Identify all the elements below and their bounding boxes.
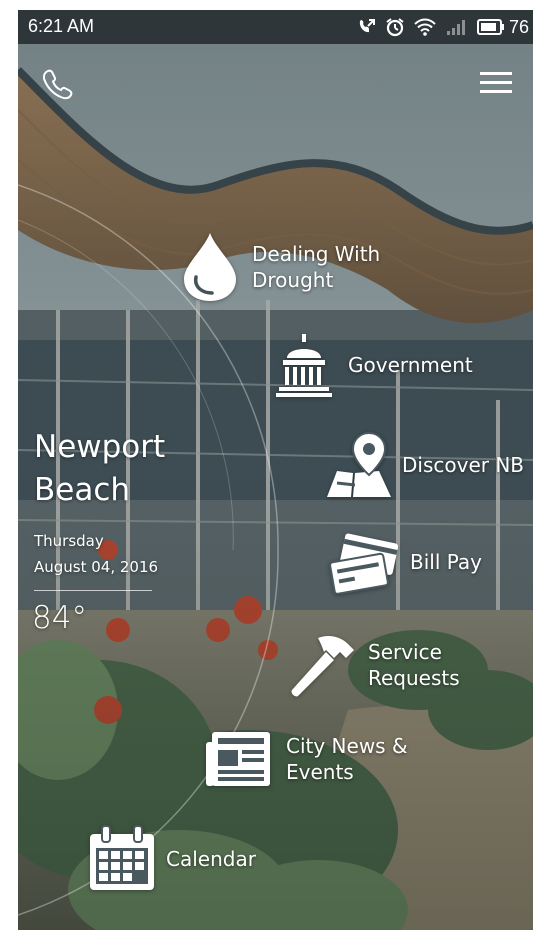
menu-item-bill-pay[interactable]: Bill Pay (328, 530, 482, 594)
hamburger-menu-icon (477, 72, 515, 101)
wifi-icon (413, 17, 437, 37)
menu-item-label: Service Requests (368, 640, 460, 690)
menu-item-calendar[interactable]: Calendar (84, 824, 256, 894)
menu-item-label: Bill Pay (410, 550, 483, 574)
date-divider (34, 590, 152, 591)
temperature: 84° (32, 600, 87, 636)
city-name-line2: Beach (34, 472, 131, 508)
status-bar: 6:21 AM 76 (18, 10, 533, 44)
menu-item-service-requests[interactable]: Service Requests (288, 632, 460, 698)
phone-icon (40, 69, 76, 105)
city-name: Newport Beach (34, 426, 234, 512)
menu-item-label: City News & Events (286, 734, 408, 784)
status-icons: 76 (357, 15, 529, 39)
call-button[interactable] (40, 66, 76, 102)
menu-item-government[interactable]: Government (274, 332, 473, 398)
menu-item-drought[interactable]: Dealing With Drought (178, 230, 380, 304)
menu-button[interactable] (477, 68, 515, 98)
calendar-icon (84, 824, 160, 894)
map-pin-icon (320, 430, 394, 500)
capitol-building-icon (274, 332, 334, 398)
menu-item-discover-nb[interactable]: Discover NB (320, 430, 524, 500)
water-drop-icon (178, 230, 242, 304)
menu-item-label: Dealing With Drought (252, 242, 381, 292)
call-forward-icon (357, 17, 377, 37)
battery-icon (476, 19, 505, 35)
current-date: August 04, 2016 (34, 558, 159, 576)
credit-cards-icon (328, 530, 400, 594)
status-time: 6:21 AM (28, 16, 95, 36)
day-of-week: Thursday (34, 532, 104, 550)
alarm-icon (385, 17, 405, 37)
battery-level: 76 (508, 16, 529, 37)
signal-icon (445, 17, 469, 37)
battery-indicator: 76 (476, 16, 529, 38)
newspaper-icon (204, 728, 274, 790)
menu-item-label: Calendar (166, 847, 256, 871)
city-name-line1: Newport (34, 429, 166, 465)
app-screen: 6:21 AM 76 Newport Beach Thursday August… (18, 10, 533, 930)
menu-item-city-news[interactable]: City News & Events (204, 728, 408, 790)
hammer-icon (288, 632, 358, 698)
menu-item-label: Discover NB (402, 453, 525, 477)
menu-item-label: Government (348, 353, 473, 377)
